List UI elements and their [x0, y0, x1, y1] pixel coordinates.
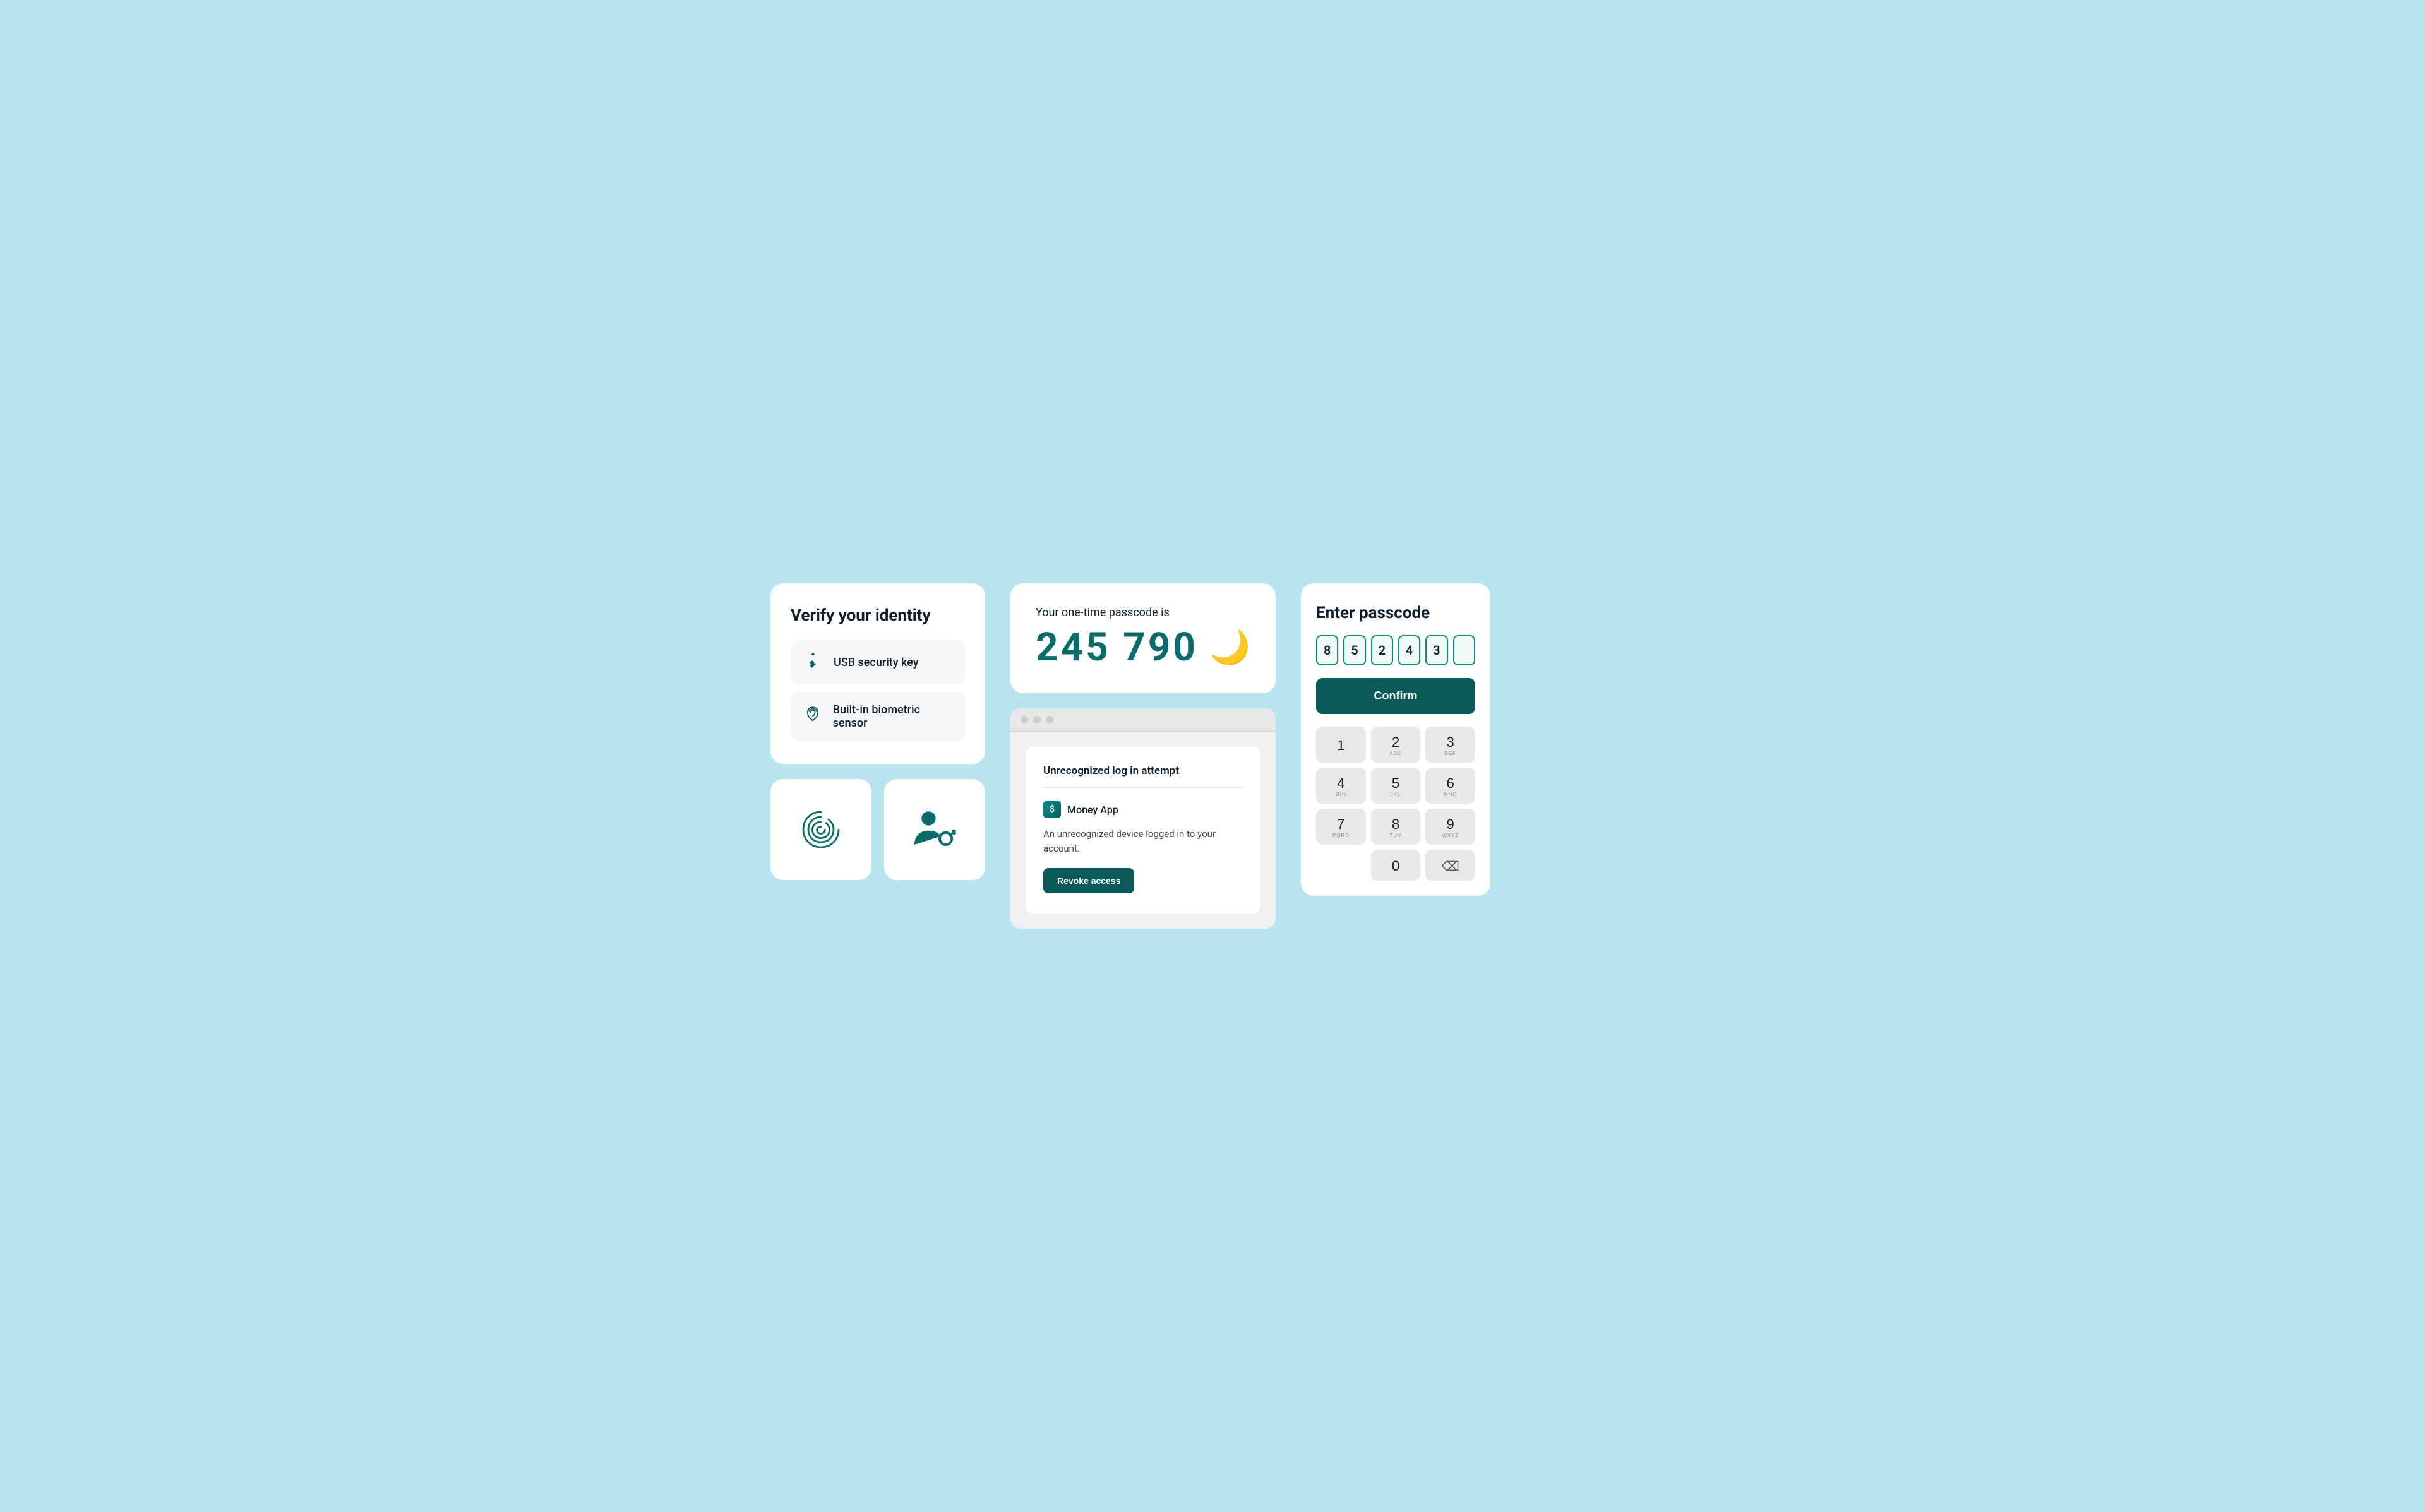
- num-key-1[interactable]: 1: [1316, 727, 1366, 763]
- right-panel: Enter passcode 8 5 2 4 3 Confirm 1 2 ABC…: [1301, 583, 1490, 896]
- moon-icon: 🌙: [1209, 628, 1250, 667]
- numpad: 1 2 ABC 3 DEF 4 GHI 5 JKL 6 MNO: [1316, 727, 1475, 881]
- alert-description: An unrecognized device logged in to your…: [1043, 827, 1243, 855]
- alert-title: Unrecognized log in attempt: [1043, 765, 1243, 788]
- num-key-2[interactable]: 2 ABC: [1371, 727, 1421, 763]
- digit-5: 3: [1425, 635, 1447, 665]
- bottom-icons: [770, 779, 985, 880]
- digit-3: 2: [1371, 635, 1393, 665]
- app-name: Money App: [1067, 804, 1118, 816]
- browser-content: Unrecognized log in attempt $ Money App …: [1010, 732, 1276, 929]
- verify-card: Verify your identity USB security key: [770, 583, 985, 764]
- biometric-label: Built-in biometric sensor: [833, 703, 952, 730]
- browser-dot-3: [1046, 716, 1053, 723]
- browser-dot-1: [1021, 716, 1028, 723]
- digit-1: 8: [1316, 635, 1338, 665]
- num-key-0[interactable]: 0: [1371, 850, 1421, 881]
- fingerprint-icon: [796, 804, 846, 855]
- otp-subtitle: Your one-time passcode is: [1036, 606, 1250, 619]
- usb-option[interactable]: USB security key: [791, 640, 965, 684]
- delete-key[interactable]: ⌫: [1425, 850, 1475, 881]
- left-panel: Verify your identity USB security key: [770, 583, 985, 880]
- num-key-5[interactable]: 5 JKL: [1371, 768, 1421, 804]
- confirm-button[interactable]: Confirm: [1316, 678, 1475, 714]
- middle-panel: Your one-time passcode is 245 790 🌙 Unre…: [1010, 583, 1276, 929]
- num-key-4[interactable]: 4 GHI: [1316, 768, 1366, 804]
- alert-card: Unrecognized log in attempt $ Money App …: [1026, 747, 1260, 914]
- browser-toolbar: [1010, 708, 1276, 732]
- biometric-option[interactable]: Built-in biometric sensor: [791, 692, 965, 741]
- digit-4: 4: [1398, 635, 1420, 665]
- fingerprint-card: [770, 779, 871, 880]
- num-key-7[interactable]: 7 PQRS: [1316, 809, 1366, 845]
- enter-passcode-title: Enter passcode: [1316, 604, 1475, 622]
- browser-dot-2: [1033, 716, 1041, 723]
- person-key-card: [884, 779, 985, 880]
- otp-value: 245 790: [1036, 624, 1198, 670]
- usb-icon: [803, 652, 823, 673]
- revoke-access-button[interactable]: Revoke access: [1043, 868, 1134, 893]
- digit-6: [1453, 635, 1475, 665]
- num-key-6[interactable]: 6 MNO: [1425, 768, 1475, 804]
- num-key-9[interactable]: 9 WXYZ: [1425, 809, 1475, 845]
- browser-card: Unrecognized log in attempt $ Money App …: [1010, 708, 1276, 929]
- usb-label: USB security key: [834, 656, 919, 669]
- biometric-icon: [803, 706, 823, 727]
- otp-card: Your one-time passcode is 245 790 🌙: [1010, 583, 1276, 693]
- num-key-8[interactable]: 8 TUV: [1371, 809, 1421, 845]
- app-row: $ Money App: [1043, 801, 1243, 818]
- passcode-digits: 8 5 2 4 3: [1316, 635, 1475, 665]
- digit-2: 5: [1343, 635, 1365, 665]
- num-key-3[interactable]: 3 DEF: [1425, 727, 1475, 763]
- person-key-icon: [909, 804, 960, 855]
- verify-title: Verify your identity: [791, 606, 965, 625]
- main-container: Verify your identity USB security key: [770, 583, 1655, 929]
- app-icon: $: [1043, 801, 1061, 818]
